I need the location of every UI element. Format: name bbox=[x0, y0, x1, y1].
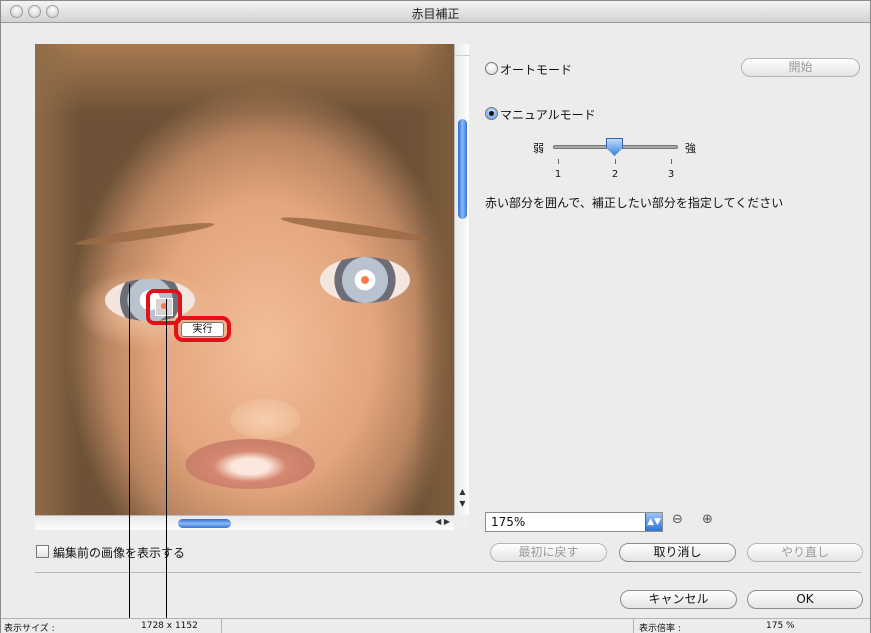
lips bbox=[185, 439, 315, 489]
horizontal-scrollbar[interactable]: ◀ ▶ bbox=[35, 515, 454, 530]
zoom-ratio-value: 175 % bbox=[766, 621, 795, 631]
nose bbox=[230, 399, 300, 439]
display-size-label: 表示サイズ : bbox=[4, 624, 55, 633]
scroll-left-right-icon[interactable]: ◀ ▶ bbox=[435, 517, 450, 526]
hair-right bbox=[414, 44, 454, 515]
cancel-button[interactable]: キャンセル bbox=[620, 590, 737, 609]
execute-highlight: 実行 bbox=[174, 316, 231, 342]
scroll-down-icon[interactable]: ▼ bbox=[455, 499, 470, 508]
window-title: 赤目補正 bbox=[411, 7, 460, 21]
slider-tick bbox=[558, 159, 559, 164]
vertical-scrollbar[interactable]: ▲ ▼ bbox=[454, 44, 470, 515]
zoom-value: 175% bbox=[491, 515, 526, 529]
status-separator bbox=[221, 619, 222, 633]
title-bar: 赤目補正 bbox=[1, 1, 870, 23]
auto-mode-label: オートモード bbox=[500, 63, 573, 77]
zoom-out-icon[interactable]: ⊖ bbox=[672, 512, 688, 528]
show-original-checkbox[interactable] bbox=[36, 545, 49, 558]
eye-right bbox=[320, 257, 410, 303]
status-bar: 表示サイズ : 1728 x 1152 表示倍率 : 175 % bbox=[1, 618, 870, 633]
tick-label: 3 bbox=[667, 169, 675, 180]
selection-rectangle[interactable] bbox=[155, 298, 173, 316]
callout-line bbox=[129, 284, 130, 633]
reset-button[interactable]: 最初に戻す bbox=[490, 543, 607, 562]
scroll-corner bbox=[454, 515, 469, 530]
weak-label: 弱 bbox=[533, 142, 544, 155]
tick-label: 2 bbox=[611, 169, 619, 180]
execute-button[interactable]: 実行 bbox=[181, 322, 224, 337]
callout-line bbox=[166, 299, 167, 633]
scroll-cap bbox=[455, 44, 470, 56]
vertical-scroll-thumb[interactable] bbox=[458, 119, 467, 219]
red-eye-dot bbox=[361, 276, 369, 284]
zoom-select[interactable]: 175% ▲▼ bbox=[485, 512, 663, 532]
zoom-ratio-label: 表示倍率 : bbox=[639, 624, 681, 633]
scroll-up-icon[interactable]: ▲ bbox=[455, 487, 470, 496]
undo-button[interactable]: 取り消し bbox=[619, 543, 736, 562]
dropdown-arrows-icon[interactable]: ▲▼ bbox=[645, 513, 662, 531]
zoom-in-icon[interactable]: ⊕ bbox=[702, 512, 718, 528]
strong-label: 強 bbox=[685, 142, 696, 155]
manual-mode-radio[interactable] bbox=[485, 107, 498, 120]
hair-left bbox=[35, 44, 80, 515]
instruction-text: 赤い部分を囲んで、補正したい部分を指定してください bbox=[485, 196, 784, 210]
start-button[interactable]: 開始 bbox=[741, 58, 860, 77]
auto-mode-radio[interactable] bbox=[485, 62, 498, 75]
horizontal-scroll-thumb[interactable] bbox=[178, 519, 231, 528]
tick-label: 1 bbox=[554, 169, 562, 180]
strength-slider-thumb[interactable] bbox=[606, 138, 623, 156]
ok-button[interactable]: OK bbox=[747, 590, 863, 609]
redo-button[interactable]: やり直し bbox=[747, 543, 863, 562]
image-preview[interactable]: 実行 bbox=[35, 44, 454, 515]
divider bbox=[35, 572, 861, 573]
manual-mode-label: マニュアルモード bbox=[500, 108, 596, 122]
status-separator bbox=[633, 619, 634, 633]
hair-shade bbox=[35, 44, 454, 114]
slider-tick bbox=[615, 159, 616, 164]
display-size-value: 1728 x 1152 bbox=[141, 621, 198, 631]
red-eye-correction-window: 赤目補正 実行 ▲ ▼ ◀ ▶ オートモード 開始 マニュアルモード 弱 強 1… bbox=[0, 0, 871, 633]
slider-tick bbox=[671, 159, 672, 164]
